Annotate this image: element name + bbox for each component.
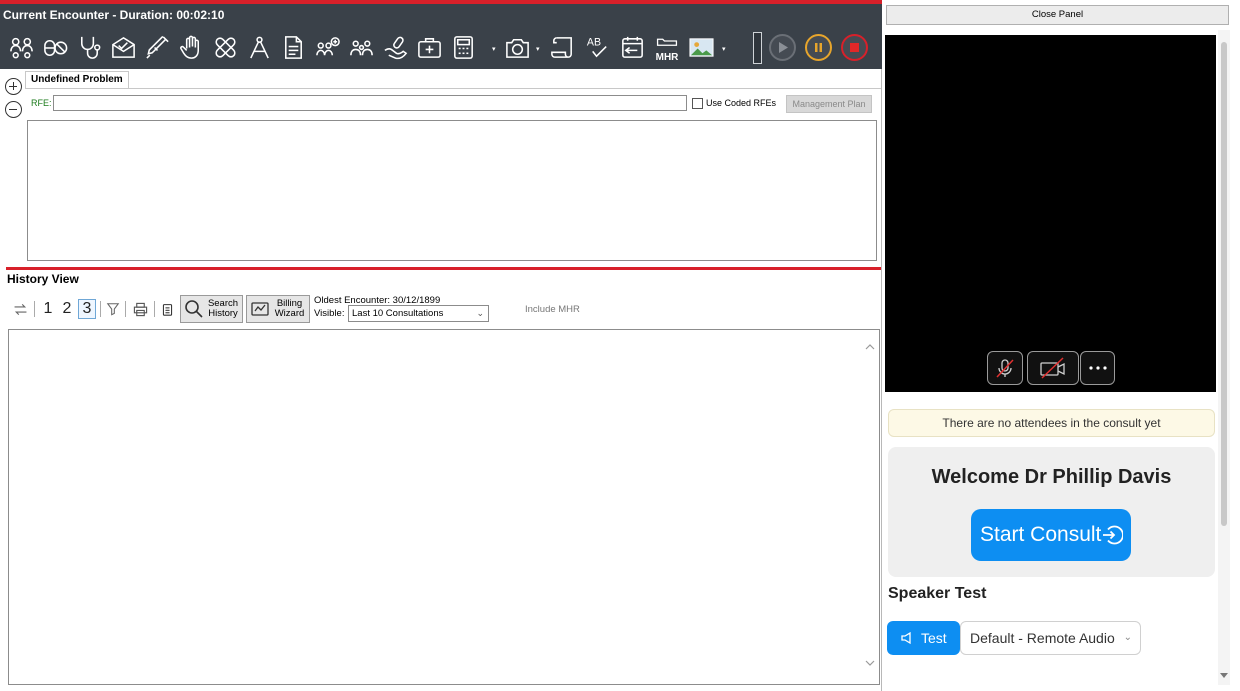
image-gallery-icon[interactable] bbox=[686, 31, 716, 63]
billing-wizard-button[interactable]: Billing Wizard bbox=[246, 295, 310, 323]
people-link-icon[interactable] bbox=[6, 31, 36, 63]
audio-device-value: Default - Remote Audio bbox=[970, 630, 1115, 646]
medical-kit-icon[interactable] bbox=[414, 31, 444, 63]
history-list[interactable] bbox=[8, 329, 880, 685]
filter-icon[interactable] bbox=[104, 295, 122, 323]
encounter-pane: Current Encounter - Duration: 00:02:10 ▾… bbox=[0, 0, 882, 691]
start-consult-label: Start Consult bbox=[980, 523, 1102, 546]
more-options-button[interactable] bbox=[1080, 351, 1115, 385]
mhr-label: MHR bbox=[655, 52, 679, 63]
tab-undefined-problem[interactable]: Undefined Problem bbox=[25, 71, 129, 88]
syringe-icon[interactable] bbox=[142, 31, 172, 63]
bandage-icon[interactable] bbox=[210, 31, 240, 63]
scroll-down-icon[interactable] bbox=[865, 658, 875, 668]
camera-toggle-button[interactable] bbox=[1027, 351, 1079, 385]
stethoscope-icon[interactable] bbox=[74, 31, 104, 63]
chevron-down-icon: ⌄ bbox=[476, 308, 484, 318]
toolbar-separator bbox=[125, 301, 126, 317]
scroll-icon[interactable] bbox=[547, 31, 577, 63]
calculator-dropdown-icon[interactable]: ▾ bbox=[492, 45, 498, 53]
spellcheck-icon[interactable]: AB bbox=[582, 31, 612, 63]
mic-off-icon bbox=[996, 359, 1014, 378]
remove-problem-button[interactable] bbox=[5, 101, 22, 118]
toolbar-separator bbox=[100, 301, 101, 317]
mhr-icon[interactable]: MHR bbox=[652, 35, 682, 63]
level-3-button[interactable]: 3 bbox=[78, 299, 96, 319]
rfe-input[interactable] bbox=[53, 95, 687, 111]
camera-icon[interactable] bbox=[502, 31, 532, 63]
use-coded-rfes-label: Use Coded RFEs bbox=[706, 98, 777, 108]
speaker-test-title: Speaker Test bbox=[888, 585, 987, 602]
no-attendees-notice: There are no attendees in the consult ye… bbox=[888, 409, 1215, 437]
sign-in-icon bbox=[1103, 525, 1123, 545]
play-button[interactable] bbox=[769, 34, 796, 61]
app-window: Current Encounter - Duration: 00:02:10 ▾… bbox=[0, 0, 1240, 691]
refresh-history-icon[interactable] bbox=[10, 295, 30, 323]
level-2-button[interactable]: 2 bbox=[58, 295, 76, 323]
visible-label: Visible: bbox=[314, 308, 345, 319]
camera-off-icon bbox=[1040, 357, 1065, 379]
video-area bbox=[885, 35, 1216, 392]
search-history-button[interactable]: Search History bbox=[180, 295, 243, 323]
search-history-label-2: History bbox=[208, 308, 238, 319]
svg-text:AB: AB bbox=[586, 36, 600, 48]
document-icon[interactable] bbox=[278, 31, 308, 63]
add-problem-button[interactable] bbox=[5, 78, 22, 95]
visible-select-value: Last 10 Consultations bbox=[352, 308, 444, 319]
billing-wizard-icon bbox=[251, 302, 269, 316]
more-icon bbox=[1088, 366, 1107, 370]
management-plan-button[interactable]: Management Plan bbox=[786, 95, 872, 113]
start-consult-button[interactable]: Start Consult bbox=[971, 509, 1131, 561]
camera-dropdown-icon[interactable]: ▾ bbox=[536, 45, 542, 53]
calculator-icon[interactable] bbox=[448, 31, 478, 63]
visible-select[interactable]: Last 10 Consultations ⌄ bbox=[348, 305, 489, 322]
history-toolbar: 1 2 3 Search History Billing Wizard Olde… bbox=[8, 295, 878, 323]
scroll-down-icon[interactable] bbox=[1219, 670, 1229, 680]
family-add-icon[interactable] bbox=[312, 31, 342, 63]
history-title: History View bbox=[7, 272, 79, 286]
calendar-back-icon[interactable] bbox=[617, 31, 647, 63]
scroll-up-icon[interactable] bbox=[865, 342, 875, 352]
chevron-down-icon: ⌄ bbox=[1123, 632, 1132, 643]
envelope-icon[interactable] bbox=[108, 31, 138, 63]
gallery-dropdown-icon[interactable]: ▾ bbox=[722, 45, 728, 53]
welcome-card: Welcome Dr Phillip Davis Start Consult bbox=[888, 447, 1215, 577]
clinical-toolbar: ▾ ▾ AB MHR ▾ bbox=[6, 31, 876, 64]
hand-pill-icon[interactable] bbox=[380, 31, 410, 63]
tab-divider bbox=[25, 88, 881, 89]
panel-scrollbar[interactable] bbox=[1218, 30, 1230, 685]
pills-icon[interactable] bbox=[40, 31, 70, 63]
welcome-heading: Welcome Dr Phillip Davis bbox=[931, 466, 1172, 488]
toolbar-separator bbox=[34, 301, 35, 317]
encounter-header: Current Encounter - Duration: 00:02:10 ▾… bbox=[0, 0, 882, 69]
speaker-icon bbox=[901, 631, 911, 645]
audio-device-select[interactable]: Default - Remote Audio ⌄ bbox=[960, 621, 1141, 655]
rfe-label: RFE: bbox=[31, 98, 52, 108]
clipboard-icon[interactable] bbox=[158, 295, 176, 323]
history-divider bbox=[6, 267, 881, 270]
mute-button[interactable] bbox=[987, 351, 1023, 385]
family-icon[interactable] bbox=[346, 31, 376, 63]
toolbar-separator bbox=[154, 301, 155, 317]
use-coded-rfes-checkbox[interactable] bbox=[692, 98, 703, 109]
pause-button[interactable] bbox=[805, 34, 832, 61]
toolbar-divider bbox=[753, 32, 762, 64]
telehealth-panel: Close Panel There are no attendees in th… bbox=[883, 0, 1240, 691]
level-1-button[interactable]: 1 bbox=[39, 295, 57, 323]
include-mhr-toggle[interactable]: Include MHR bbox=[525, 304, 580, 315]
close-panel-button[interactable]: Close Panel bbox=[886, 5, 1229, 25]
scrollbar-thumb[interactable] bbox=[1221, 42, 1227, 526]
speaker-test-button[interactable]: Test bbox=[887, 621, 960, 655]
stop-button[interactable] bbox=[841, 34, 868, 61]
print-icon[interactable] bbox=[130, 295, 150, 323]
search-icon bbox=[185, 300, 203, 318]
problem-notes-area[interactable] bbox=[27, 120, 877, 261]
encounter-title: Current Encounter - Duration: 00:02:10 bbox=[3, 8, 225, 22]
speaker-test-label: Test bbox=[921, 630, 947, 646]
compass-icon[interactable] bbox=[244, 31, 274, 63]
billing-wizard-label-2: Wizard bbox=[274, 308, 305, 319]
hand-icon[interactable] bbox=[176, 31, 206, 63]
